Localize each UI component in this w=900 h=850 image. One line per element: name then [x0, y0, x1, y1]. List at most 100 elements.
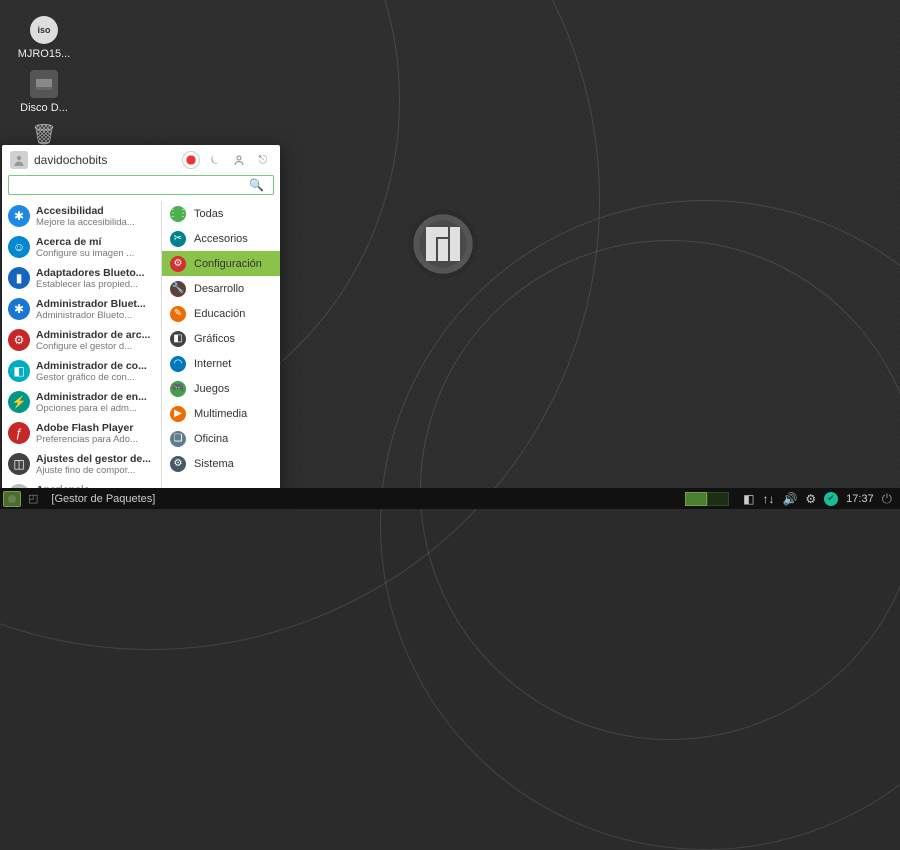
app-icon: ☺ [8, 236, 30, 258]
clock[interactable]: 17:37 [846, 493, 874, 505]
app-icon: ✱ [8, 205, 30, 227]
app-icon: ◧ [8, 360, 30, 382]
category-item[interactable]: 🎮 Juegos [162, 376, 280, 401]
category-item[interactable]: ◠ Internet [162, 351, 280, 376]
drive-icon [30, 70, 58, 98]
category-label: Multimedia [194, 408, 247, 420]
show-desktop-icon[interactable]: ◰ [25, 492, 41, 505]
app-desc: Establecer las propied... [36, 279, 145, 290]
category-icon: ◧ [170, 331, 186, 347]
start-button[interactable] [3, 491, 21, 507]
logout-button[interactable]: ⎋ [254, 151, 272, 169]
workspace-1[interactable] [685, 492, 707, 506]
app-name: Administrador de co... [36, 360, 147, 372]
manjaro-logo [408, 209, 478, 279]
category-label: Gráficos [194, 333, 235, 345]
category-item[interactable]: 🔧 Desarrollo [162, 276, 280, 301]
desktop-icon-label: MJRO15... [16, 48, 72, 60]
lock-button[interactable]: ⏾ [206, 151, 224, 169]
category-item[interactable]: ❏ Oficina [162, 426, 280, 451]
switch-user-button[interactable] [230, 151, 248, 169]
category-icon: ✎ [170, 306, 186, 322]
category-item[interactable]: ✂ Accesorios [162, 226, 280, 251]
app-name: Adobe Flash Player [36, 422, 138, 434]
app-item[interactable]: ✱ Administrador Bluet... Administrador B… [2, 294, 161, 325]
app-name: Administrador de en... [36, 391, 147, 403]
app-name: Accesibilidad [36, 205, 135, 217]
tray-app-icon[interactable]: ◧ [743, 492, 754, 506]
category-icon: ⋮⋮ [170, 206, 186, 222]
category-label: Todas [194, 208, 223, 220]
trash-icon: 🗑 [30, 120, 58, 148]
category-icon: ✂ [170, 231, 186, 247]
taskbar: ◰ [Gestor de Paquetes] ◧ ↑↓ 🔊 ⚙ ✔ 17:37 … [0, 488, 900, 509]
app-item[interactable]: ☺ Acerca de mí Configure su imagen ... [2, 232, 161, 263]
app-item[interactable]: ⚡ Administrador de en... Opciones para e… [2, 387, 161, 418]
system-tray: ◧ ↑↓ 🔊 ⚙ ✔ 17:37 ⏻ [743, 491, 900, 507]
category-icon: ⚙ [170, 456, 186, 472]
category-icon: ⚙ [170, 256, 186, 272]
category-icon: ❏ [170, 431, 186, 447]
app-desc: Configure su imagen ... [36, 248, 134, 259]
app-item[interactable]: ▮ Adaptadores Blueto... Establecer las p… [2, 263, 161, 294]
app-item[interactable]: ◧ Administrador de co... Gestor gráfico … [2, 356, 161, 387]
app-icon: ⚡ [8, 391, 30, 413]
category-label: Oficina [194, 433, 228, 445]
app-name: Adaptadores Blueto... [36, 267, 145, 279]
workspace-switcher[interactable] [685, 492, 729, 506]
category-label: Desarrollo [194, 283, 244, 295]
category-label: Educación [194, 308, 245, 320]
app-icon: ✱ [8, 298, 30, 320]
menu-username: davidochobits [34, 153, 176, 167]
settings-button[interactable] [182, 151, 200, 169]
settings-icon[interactable]: ⚙ [805, 492, 816, 506]
desktop-icon-drive[interactable]: Disco D... [16, 70, 72, 114]
app-desc: Preferencias para Ado... [36, 434, 138, 445]
update-icon[interactable]: ✔ [824, 492, 838, 506]
app-name: Administrador de arc... [36, 329, 150, 341]
app-desc: Mejore la accesibilida... [36, 217, 135, 228]
app-item[interactable]: ƒ Adobe Flash Player Preferencias para A… [2, 418, 161, 449]
app-icon: ▮ [8, 267, 30, 289]
category-icon: ▶ [170, 406, 186, 422]
menu-header: davidochobits ⏾ ⎋ [2, 145, 280, 175]
category-item[interactable]: ▶ Multimedia [162, 401, 280, 426]
category-label: Accesorios [194, 233, 248, 245]
taskbar-window-button[interactable]: [Gestor de Paquetes] [45, 491, 161, 507]
category-label: Internet [194, 358, 231, 370]
desktop-icon-disc[interactable]: iso MJRO15... [16, 16, 72, 60]
workspace-2[interactable] [707, 492, 729, 506]
category-item[interactable]: ✎ Educación [162, 301, 280, 326]
search-icon: 🔍 [249, 178, 264, 192]
app-icon: ⚙ [8, 329, 30, 351]
app-desc: Administrador Blueto... [36, 310, 146, 321]
network-icon[interactable]: ↑↓ [762, 492, 774, 506]
categories-column[interactable]: ⋮⋮ Todas✂ Accesorios⚙ Configuración🔧 Des… [162, 201, 280, 490]
app-name: Acerca de mí [36, 236, 134, 248]
search-box: 🔍 [8, 175, 274, 195]
category-label: Juegos [194, 383, 229, 395]
app-icon: ƒ [8, 422, 30, 444]
app-name: Ajustes del gestor de... [36, 453, 151, 465]
app-item[interactable]: ✱ Accesibilidad Mejore la accesibilida..… [2, 201, 161, 232]
category-item[interactable]: ⋮⋮ Todas [162, 201, 280, 226]
category-icon: ◠ [170, 356, 186, 372]
category-label: Sistema [194, 458, 234, 470]
apps-column[interactable]: ✱ Accesibilidad Mejore la accesibilida..… [2, 201, 162, 490]
category-item[interactable]: ◧ Gráficos [162, 326, 280, 351]
power-icon[interactable]: ⏻ [882, 491, 892, 507]
disc-icon: iso [30, 16, 58, 44]
app-icon: ◫ [8, 453, 30, 475]
volume-icon[interactable]: 🔊 [782, 492, 797, 506]
app-item[interactable]: ⚙ Administrador de arc... Configure el g… [2, 325, 161, 356]
avatar-icon[interactable] [10, 151, 28, 169]
category-label: Configuración [194, 258, 262, 270]
search-input[interactable] [8, 175, 274, 195]
category-icon: 🔧 [170, 281, 186, 297]
category-item[interactable]: ⚙ Configuración [162, 251, 280, 276]
app-name: Administrador Bluet... [36, 298, 146, 310]
app-desc: Opciones para el adm... [36, 403, 147, 414]
app-item[interactable]: ◫ Ajustes del gestor de... Ajuste fino d… [2, 449, 161, 480]
category-item[interactable]: ⚙ Sistema [162, 451, 280, 476]
desktop-icon-label: Disco D... [16, 102, 72, 114]
